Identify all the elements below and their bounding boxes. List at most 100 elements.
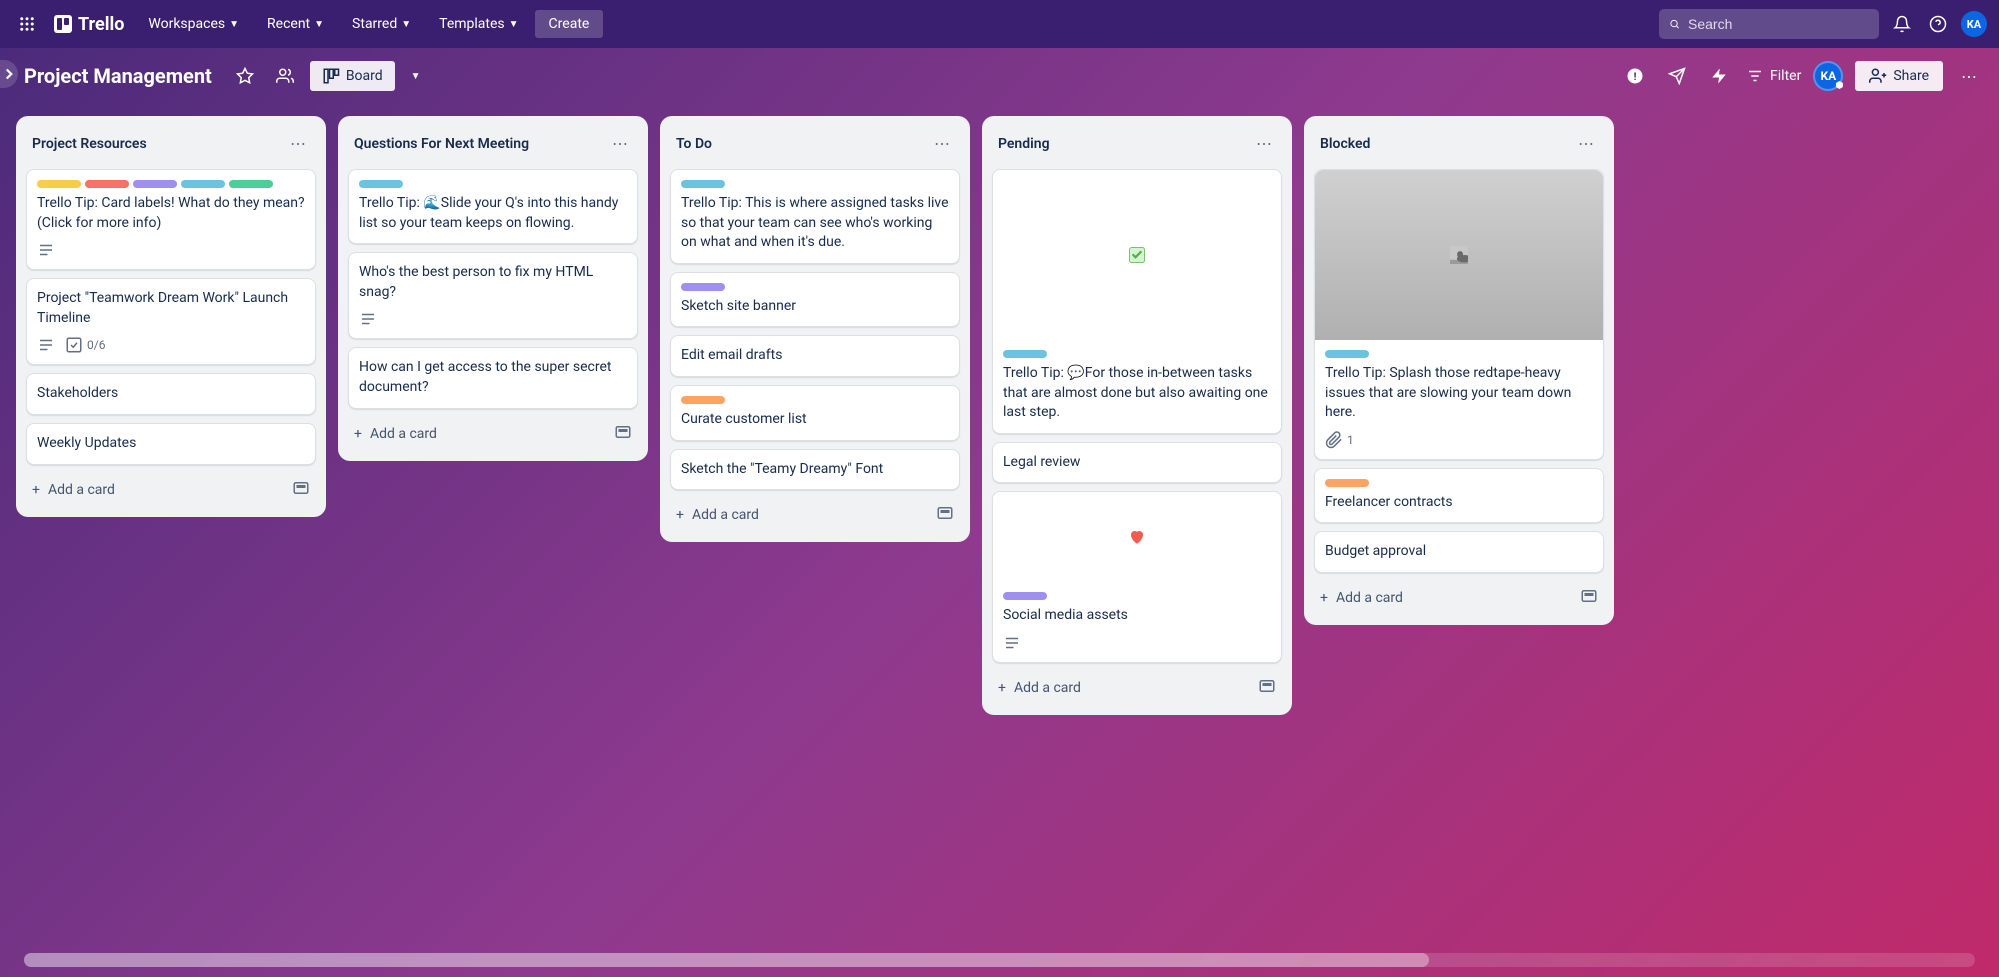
info-icon[interactable]: !	[1620, 61, 1650, 91]
horizontal-scrollbar[interactable]	[24, 953, 1975, 967]
card-label-purple[interactable]	[1003, 592, 1047, 600]
list-header: To Do ⋯	[670, 126, 960, 161]
board-member-avatar[interactable]: KA ⬢	[1813, 61, 1843, 91]
list-menu-button[interactable]: ⋯	[1574, 130, 1598, 157]
list-title[interactable]: Pending	[998, 136, 1050, 152]
nav-templates[interactable]: Templates▼	[427, 10, 530, 38]
board-menu-button[interactable]: ⋯	[1955, 61, 1983, 92]
card-labels	[37, 180, 305, 188]
powerups-icon[interactable]	[1662, 61, 1692, 91]
nav-starred[interactable]: Starred▼	[340, 10, 423, 38]
list-title[interactable]: To Do	[676, 136, 712, 152]
card[interactable]: Trello Tip: 🌊Slide your Q's into this ha…	[348, 169, 638, 244]
card[interactable]: Sketch site banner	[670, 272, 960, 328]
chevron-down-icon: ▼	[401, 19, 411, 30]
card-label-sky[interactable]	[181, 180, 225, 188]
card[interactable]: Weekly Updates	[26, 423, 316, 465]
create-button[interactable]: Create	[535, 10, 604, 38]
card-labels	[681, 283, 949, 291]
card-text: Weekly Updates	[37, 434, 305, 454]
list-title[interactable]: Blocked	[1320, 136, 1370, 152]
card-text: How can I get access to the super secret…	[359, 358, 627, 397]
card-text: Curate customer list	[681, 410, 949, 430]
card-template-button[interactable]	[286, 473, 316, 507]
trello-logo[interactable]: Trello	[46, 14, 132, 35]
automation-icon[interactable]	[1704, 61, 1734, 91]
nav-workspaces[interactable]: Workspaces▼	[136, 10, 251, 38]
card-template-button[interactable]	[930, 498, 960, 532]
user-avatar[interactable]: KA	[1961, 11, 1987, 37]
list-header: Questions For Next Meeting ⋯	[348, 126, 638, 161]
card-label-purple[interactable]	[681, 283, 725, 291]
description-badge-icon	[37, 336, 55, 354]
scrollbar-thumb[interactable]	[24, 953, 1429, 967]
apps-menu-icon[interactable]	[12, 9, 42, 39]
card-text: Sketch the "Teamy Dreamy" Font	[681, 460, 949, 480]
nav-recent[interactable]: Recent▼	[255, 10, 336, 38]
card-badges: 1	[1325, 431, 1593, 449]
card-label-purple[interactable]	[133, 180, 177, 188]
add-card-button[interactable]: +Add a card	[348, 418, 443, 450]
card-label-sky[interactable]	[359, 180, 403, 188]
checklist-badge: 0/6	[65, 336, 105, 354]
search-input[interactable]	[1688, 16, 1869, 32]
search-box[interactable]	[1659, 9, 1879, 39]
list-menu-button[interactable]: ⋯	[930, 130, 954, 157]
share-label: Share	[1893, 68, 1929, 84]
filter-button[interactable]: Filter	[1746, 67, 1801, 85]
help-icon[interactable]	[1925, 11, 1951, 37]
view-switcher-button[interactable]: ▼	[405, 65, 427, 88]
card-text: Sketch site banner	[681, 297, 949, 317]
card-template-button[interactable]	[608, 417, 638, 451]
board-view-button[interactable]: Board	[310, 61, 395, 91]
card[interactable]: Edit email drafts	[670, 335, 960, 377]
card[interactable]: Budget approval	[1314, 531, 1604, 573]
share-button[interactable]: Share	[1855, 61, 1943, 91]
topbar-right: KA	[1659, 9, 1987, 39]
star-button[interactable]	[230, 61, 260, 91]
chevron-down-icon: ▼	[509, 19, 519, 30]
card[interactable]: Legal review	[992, 442, 1282, 484]
notifications-icon[interactable]	[1889, 11, 1915, 37]
card-label-sky[interactable]	[1325, 350, 1369, 358]
card[interactable]: Curate customer list	[670, 385, 960, 441]
card-label-orange[interactable]	[681, 396, 725, 404]
card-template-button[interactable]	[1574, 581, 1604, 615]
card-text: Freelancer contracts	[1325, 493, 1593, 513]
card-label-orange[interactable]	[1325, 479, 1369, 487]
card-label-sky[interactable]	[681, 180, 725, 188]
card[interactable]: Freelancer contracts	[1314, 468, 1604, 524]
card[interactable]: Who's the best person to fix my HTML sna…	[348, 252, 638, 339]
card[interactable]: Social media assets	[992, 491, 1282, 663]
add-card-button[interactable]: +Add a card	[670, 499, 765, 531]
card-label-red[interactable]	[85, 180, 129, 188]
card[interactable]: Trello Tip: This is where assigned tasks…	[670, 169, 960, 264]
visibility-button[interactable]	[270, 61, 300, 91]
card[interactable]: Trello Tip: 💬For those in-between tasks …	[992, 169, 1282, 434]
card[interactable]: Stakeholders	[26, 373, 316, 415]
add-card-button[interactable]: +Add a card	[26, 474, 121, 506]
list-menu-button[interactable]: ⋯	[1252, 130, 1276, 157]
list: Pending ⋯ Trello Tip: 💬For those in-betwee…	[982, 116, 1292, 715]
list-header: Blocked ⋯	[1314, 126, 1604, 161]
card-template-button[interactable]	[1252, 671, 1282, 705]
list-menu-button[interactable]: ⋯	[286, 130, 310, 157]
list-menu-button[interactable]: ⋯	[608, 130, 632, 157]
card[interactable]: Sketch the "Teamy Dreamy" Font	[670, 449, 960, 491]
add-card-button[interactable]: +Add a card	[992, 672, 1087, 704]
chevron-down-icon: ▼	[229, 19, 239, 30]
card-label-sky[interactable]	[1003, 350, 1047, 358]
board-title[interactable]: Project Management	[16, 64, 220, 88]
add-card-button[interactable]: +Add a card	[1314, 582, 1409, 614]
card-text: Stakeholders	[37, 384, 305, 404]
card-label-green[interactable]	[229, 180, 273, 188]
card[interactable]: Project "Teamwork Dream Work" Launch Tim…	[26, 278, 316, 365]
list-title[interactable]: Questions For Next Meeting	[354, 136, 529, 152]
card[interactable]: Trello Tip: Splash those redtape-heavy i…	[1314, 169, 1604, 460]
card-text: Project "Teamwork Dream Work" Launch Tim…	[37, 289, 305, 328]
card-label-yellow[interactable]	[37, 180, 81, 188]
card[interactable]: How can I get access to the super secret…	[348, 347, 638, 408]
list-title[interactable]: Project Resources	[32, 136, 147, 152]
plus-icon: +	[998, 680, 1006, 696]
card[interactable]: Trello Tip: Card labels! What do they me…	[26, 169, 316, 270]
